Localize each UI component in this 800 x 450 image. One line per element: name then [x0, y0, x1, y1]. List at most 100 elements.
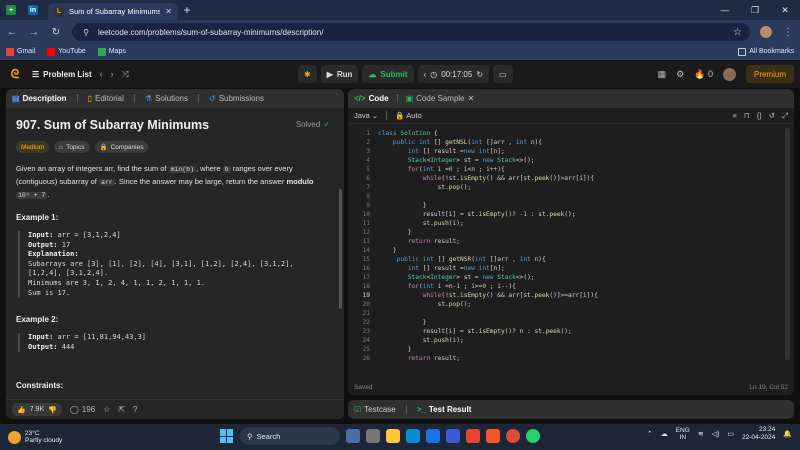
favorite-icon[interactable]: ☆: [103, 405, 110, 414]
battery-icon[interactable]: ▭: [727, 430, 734, 438]
bookmark-youtube[interactable]: YouTube: [47, 47, 86, 56]
edge-icon[interactable]: [406, 429, 420, 443]
clock-icon: ◷: [430, 69, 438, 79]
language-select[interactable]: Java ⌄: [354, 111, 378, 120]
wifi-icon[interactable]: ≋: [698, 430, 704, 438]
streak-counter[interactable]: 🔥 0: [694, 69, 713, 80]
autocomplete-mode[interactable]: 🔒 Auto: [395, 111, 421, 120]
bookmark-star-icon[interactable]: ☆: [733, 27, 742, 38]
tab-code-sample[interactable]: ▣ Code Sample ✕: [406, 94, 475, 103]
forward-icon[interactable]: →: [28, 27, 40, 38]
clock[interactable]: 23:24 22-04-2024: [742, 426, 775, 442]
run-button[interactable]: ▶ Run: [320, 65, 359, 83]
layout-icon[interactable]: ▦: [658, 69, 667, 80]
file-explorer-icon[interactable]: [386, 429, 400, 443]
shuffle-icon[interactable]: ⤨: [122, 69, 129, 80]
start-button[interactable]: [220, 429, 234, 443]
code-line[interactable]: 26 return result;: [348, 353, 794, 364]
weather-widget[interactable]: 23°C Partly cloudy: [0, 430, 110, 445]
companies-tag[interactable]: 🔒 Companies: [94, 141, 149, 153]
problem-list-button[interactable]: ☰ Problem List: [32, 70, 92, 79]
checkbox-icon: ☑: [354, 405, 362, 414]
taskbar-search[interactable]: ⚲ Search: [240, 427, 340, 445]
expand-icon[interactable]: ⤢: [782, 111, 788, 121]
close-tab-icon[interactable]: ✕: [468, 94, 475, 103]
whatsapp-icon[interactable]: [526, 429, 540, 443]
bookmark-gmail[interactable]: Gmail: [6, 47, 35, 56]
play-icon: ▶: [326, 69, 333, 79]
notifications-icon[interactable]: 🔔: [783, 430, 792, 438]
note-icon[interactable]: ≡: [732, 111, 736, 121]
tab-editorial[interactable]: ▯ Editorial: [88, 94, 124, 103]
settings-icon[interactable]: ⚙: [676, 69, 684, 80]
profile-avatar[interactable]: [760, 26, 772, 38]
thumbs-down-icon[interactable]: 👎: [48, 406, 57, 414]
premium-button[interactable]: Premium: [745, 65, 794, 83]
user-avatar[interactable]: [722, 67, 736, 81]
tab-description[interactable]: ▤ Description: [12, 94, 67, 103]
tab-test-result[interactable]: >_ Test Result: [417, 405, 472, 414]
reload-icon[interactable]: ↻: [50, 27, 62, 38]
reset-icon[interactable]: ↺: [769, 111, 775, 121]
chrome-menu-icon[interactable]: ⋮: [782, 27, 794, 38]
taskbar-apps: ⚲ Search: [220, 427, 540, 445]
notes-button[interactable]: ▭: [493, 65, 513, 83]
language-indicator[interactable]: ENG IN: [676, 427, 690, 442]
tray-overflow-icon[interactable]: ⌃: [647, 430, 653, 438]
share-icon[interactable]: ⇱: [118, 405, 125, 414]
task-view-icon[interactable]: [366, 429, 380, 443]
prev-problem-icon[interactable]: ‹: [100, 69, 103, 80]
chrome-icon[interactable]: [506, 429, 520, 443]
site-info-icon[interactable]: ⚲: [80, 28, 92, 37]
url-text[interactable]: leetcode.com/problems/sum-of-subarray-mi…: [98, 28, 727, 37]
volume-icon[interactable]: ◁): [712, 430, 720, 438]
widgets-app-icon[interactable]: [346, 429, 360, 443]
description-scrollbar[interactable]: [339, 189, 342, 309]
topics-tag[interactable]: ⌂ Topics: [54, 141, 90, 153]
help-icon[interactable]: ?: [133, 405, 137, 414]
leetcode-logo-icon[interactable]: ᘓ: [8, 67, 22, 82]
close-window-button[interactable]: ✕: [770, 0, 800, 20]
thumbs-up-icon[interactable]: 👍: [17, 406, 26, 414]
submit-button[interactable]: ☁ Submit: [362, 65, 414, 83]
windows-taskbar: 23°C Partly cloudy ⚲ Search ⌃ ☁ ENG IN ≋ ◁…: [0, 424, 800, 450]
tab-close-icon[interactable]: ✕: [165, 7, 172, 16]
url-omnibox[interactable]: ⚲ leetcode.com/problems/sum-of-subarray-…: [72, 23, 750, 41]
tab-code[interactable]: </> Code: [354, 94, 389, 103]
code-editor[interactable]: 1 class Solution {2 public int [] getNSL(…: [348, 126, 794, 366]
format-code-icon[interactable]: {}: [757, 111, 762, 121]
office-icon[interactable]: [466, 429, 480, 443]
maps-icon: [97, 47, 106, 56]
timer-widget[interactable]: ‹ ◷ 00:17:05 ↻: [417, 65, 490, 83]
example-line: Input: arr = [11,81,94,43,3]: [28, 333, 147, 341]
panel-resize-handle[interactable]: [348, 395, 794, 399]
back-icon[interactable]: ←: [6, 27, 18, 38]
tab-testcase[interactable]: ☑ Testcase: [354, 405, 396, 414]
cloud-icon[interactable]: ☁: [661, 430, 668, 438]
tab-solutions[interactable]: ⚗ Solutions: [145, 94, 188, 103]
minimize-button[interactable]: —: [710, 0, 740, 20]
restore-button[interactable]: ❐: [740, 0, 770, 20]
run-controls: ✱ ▶ Run ☁ Submit ‹ ◷ 00:17:05 ↻ ▭: [298, 65, 513, 83]
app-icon[interactable]: [446, 429, 460, 443]
inline-code: arr: [98, 179, 115, 186]
collapse-icon[interactable]: ‹: [424, 70, 427, 79]
tab-submissions[interactable]: ↺ Submissions: [209, 94, 264, 103]
store-icon[interactable]: [426, 429, 440, 443]
example-1-output: 17: [61, 240, 71, 249]
pinned-tab-sheets[interactable]: +: [0, 0, 22, 20]
code-text[interactable]: return result;: [378, 353, 460, 364]
reset-timer-icon[interactable]: ↻: [476, 70, 483, 79]
comments-button[interactable]: ◯ 196: [70, 405, 95, 414]
debug-button[interactable]: ✱: [298, 65, 317, 83]
difficulty-badge[interactable]: Medium: [16, 141, 50, 153]
all-bookmarks[interactable]: All Bookmarks: [738, 47, 794, 56]
new-tab-button[interactable]: +: [178, 3, 196, 17]
bookmark-icon[interactable]: ⊓: [744, 111, 750, 121]
next-problem-icon[interactable]: ›: [111, 69, 114, 80]
pinned-tab-linkedin[interactable]: in: [22, 0, 44, 20]
sheets-icon: +: [6, 5, 16, 15]
bookmark-maps[interactable]: Maps: [97, 47, 126, 56]
browser-tab-active[interactable]: L Sum of Subarray Minimums - L ✕: [48, 3, 178, 20]
brave-icon[interactable]: [486, 429, 500, 443]
